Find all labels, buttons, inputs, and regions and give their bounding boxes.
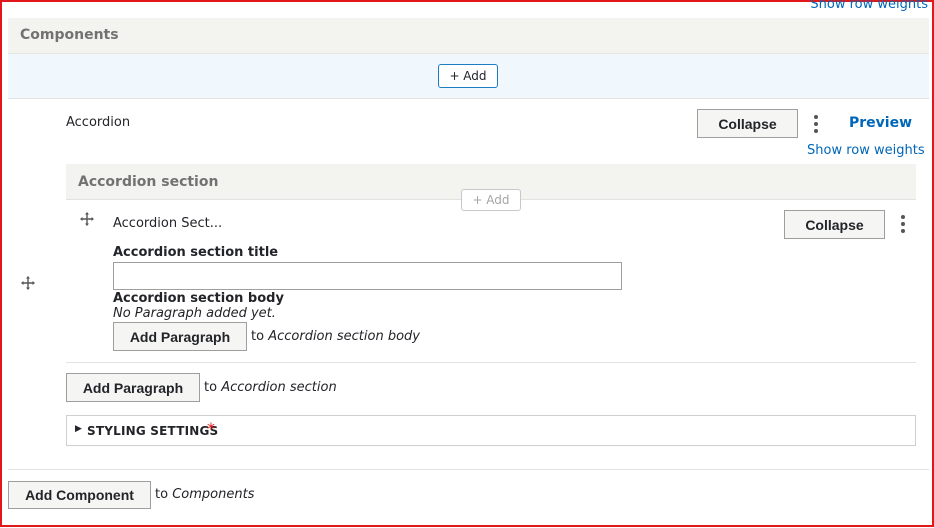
show-row-weights-link-top[interactable]: Show row weights <box>810 0 928 12</box>
target-text: Accordion section <box>221 380 337 395</box>
section-more-actions-icon[interactable] <box>899 215 907 233</box>
preview-link[interactable]: Preview <box>849 115 912 131</box>
to-text: to <box>204 380 218 395</box>
section-body-label: Accordion section body <box>113 291 284 306</box>
no-paragraph-text: No Paragraph added yet. <box>113 306 276 321</box>
styling-settings-summary[interactable]: ▶ STYLING SETTINGS * <box>66 415 916 446</box>
add-component-button[interactable]: Add Component <box>8 481 151 509</box>
to-text: to <box>251 329 265 344</box>
accordion-label: Accordion <box>66 115 131 130</box>
required-mark: * <box>207 419 215 438</box>
target-text: Accordion section body <box>268 329 420 344</box>
section-collapse-button[interactable]: Collapse <box>784 210 885 239</box>
show-row-weights-link[interactable]: Show row weights <box>807 143 925 158</box>
section-drag-handle-icon[interactable] <box>80 212 94 226</box>
styling-settings-label: STYLING SETTINGS <box>87 424 219 438</box>
target-text: Components <box>172 487 255 502</box>
section-title-label: Accordion section title <box>113 245 279 260</box>
accordion-add-paragraph-to: to Accordion section <box>204 380 337 395</box>
divider <box>66 362 916 363</box>
accordion-more-actions-icon[interactable] <box>812 115 820 133</box>
accordion-section-header-label: Accordion section <box>78 174 219 190</box>
section-item-label: Accordion Sect... <box>113 216 223 231</box>
accordion-collapse-button[interactable]: Collapse <box>697 109 798 138</box>
accordion-section-add-button[interactable]: + Add <box>461 189 521 211</box>
drag-handle-icon[interactable] <box>21 276 35 290</box>
components-add-button[interactable]: + Add <box>438 64 498 88</box>
components-header-label: Components <box>20 27 119 43</box>
accordion-add-paragraph-button[interactable]: Add Paragraph <box>66 373 200 402</box>
add-component-to: to Components <box>155 487 254 502</box>
section-add-paragraph-button[interactable]: Add Paragraph <box>113 322 247 351</box>
section-title-input[interactable] <box>113 262 622 290</box>
components-header: Components <box>8 18 929 54</box>
triangle-right-icon: ▶ <box>75 424 82 434</box>
divider <box>8 469 929 470</box>
to-text: to <box>155 487 169 502</box>
section-add-paragraph-to: to Accordion section body <box>251 329 420 344</box>
